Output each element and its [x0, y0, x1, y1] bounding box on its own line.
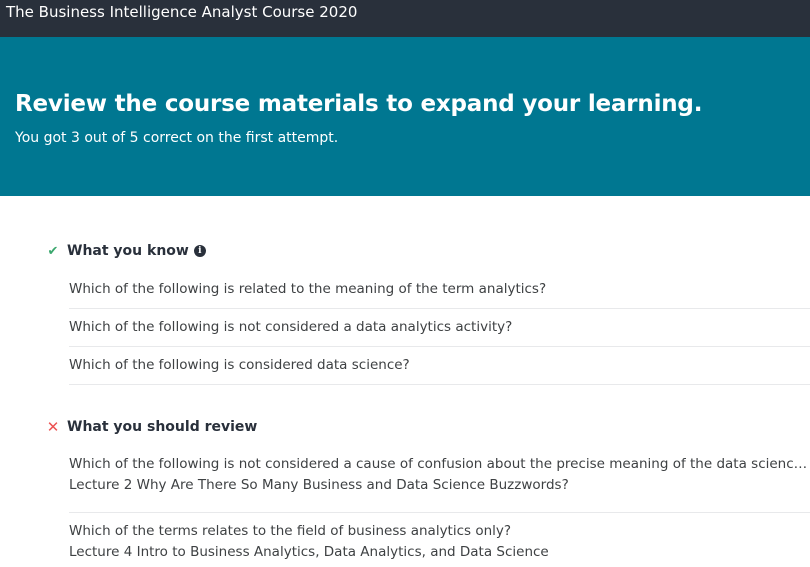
- course-title[interactable]: The Business Intelligence Analyst Course…: [6, 3, 357, 21]
- known-question-3[interactable]: Which of the following is considered dat…: [69, 355, 810, 376]
- course-title-bar: The Business Intelligence Analyst Course…: [0, 0, 810, 37]
- what-you-know-header: ✔ What you know i: [46, 241, 206, 261]
- what-you-know-title: What you know: [67, 243, 189, 259]
- review-lecture-link-2[interactable]: Lecture 4 Intro to Business Analytics, D…: [69, 542, 810, 563]
- check-icon: ✔: [47, 243, 59, 259]
- divider: [69, 512, 810, 513]
- score-summary: You got 3 out of 5 correct on the first …: [15, 130, 339, 146]
- divider: [69, 384, 810, 385]
- what-to-review-header: ✕ What you should review: [46, 417, 258, 437]
- review-question-1[interactable]: Which of the following is not considered…: [69, 454, 810, 475]
- info-icon[interactable]: i: [193, 245, 206, 257]
- review-lecture-link-1[interactable]: Lecture 2 Why Are There So Many Business…: [69, 475, 810, 496]
- results-banner: Review the course materials to expand yo…: [0, 37, 810, 196]
- known-question-2[interactable]: Which of the following is not considered…: [69, 317, 810, 338]
- divider: [69, 346, 810, 347]
- what-to-review-title: What you should review: [67, 419, 258, 435]
- review-question-2[interactable]: Which of the terms relates to the field …: [69, 521, 810, 542]
- known-question-1[interactable]: Which of the following is related to the…: [69, 279, 810, 300]
- divider: [69, 308, 810, 309]
- banner-heading: Review the course materials to expand yo…: [15, 91, 703, 117]
- cross-icon: ✕: [46, 418, 60, 436]
